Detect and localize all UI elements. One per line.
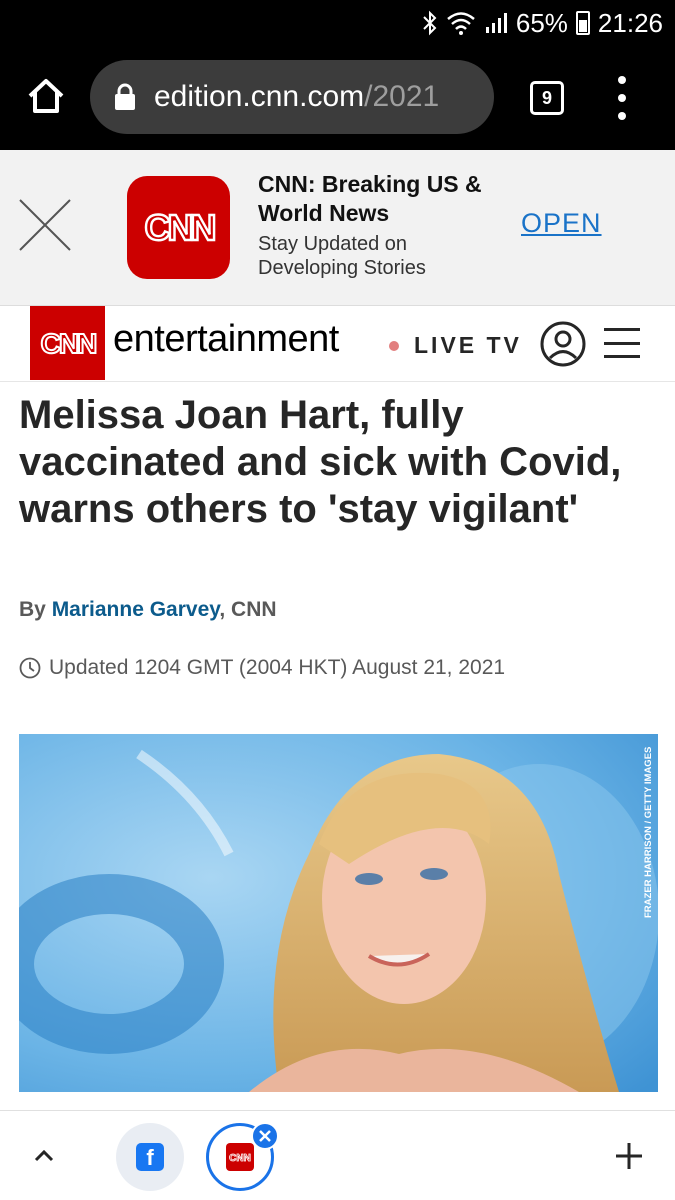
status-bar: 65% 21:26 <box>0 0 675 46</box>
user-account-icon[interactable] <box>540 321 586 367</box>
close-tab-icon[interactable] <box>251 1122 279 1150</box>
browser-toolbar: edition.cnn.com/2021 9 <box>0 46 675 150</box>
cnn-tab[interactable]: CNN <box>206 1122 279 1191</box>
svg-text:CNN: CNN <box>229 1153 251 1163</box>
cnn-logo[interactable]: CNN <box>30 306 105 380</box>
app-install-banner: CNN CNN: Breaking US & World News Stay U… <box>0 150 675 306</box>
clock: 21:26 <box>597 7 663 38</box>
byline-prefix: By <box>19 598 52 621</box>
lock-icon <box>115 83 135 110</box>
byline-suffix: , CNN <box>219 598 277 621</box>
hamburger-menu-icon[interactable] <box>604 328 640 358</box>
cnn-app-icon[interactable]: CNN <box>127 176 230 279</box>
address-bar[interactable]: edition.cnn.com/2021 <box>90 60 494 134</box>
open-app-link[interactable]: OPEN <box>521 208 602 239</box>
cnn-logo-mark: CNN <box>143 207 218 249</box>
url-host: edition.cnn.com <box>154 80 365 113</box>
photo-illustration <box>19 734 658 1092</box>
updated-timestamp: Updated 1204 GMT (2004 HKT) August 21, 2… <box>19 656 505 680</box>
live-tv-link[interactable]: LIVE TV <box>414 332 522 359</box>
byline: By Marianne Garvey, CNN <box>19 598 277 622</box>
chevron-up-icon[interactable] <box>32 1143 56 1167</box>
site-header: CNN entertainment LIVE TV <box>0 306 675 382</box>
bottom-tab-bar: f CNN <box>0 1110 675 1200</box>
battery-icon <box>575 11 590 35</box>
browser-menu-button[interactable] <box>612 76 632 120</box>
facebook-icon: f <box>136 1143 164 1171</box>
tab-switcher-button[interactable]: 9 <box>530 81 564 115</box>
new-tab-plus-icon[interactable] <box>614 1141 644 1171</box>
home-icon[interactable] <box>26 76 66 116</box>
svg-text:CNN: CNN <box>40 328 95 359</box>
svg-text:FRAZER HARRISON / GETTY IMAGES: FRAZER HARRISON / GETTY IMAGES <box>643 747 654 918</box>
app-subtitle: Stay Updated on Developing Stories <box>258 233 426 279</box>
clock-icon <box>19 657 41 679</box>
section-title[interactable]: entertainment <box>113 318 339 361</box>
close-icon[interactable] <box>18 198 72 252</box>
app-title: CNN: Breaking US & World News <box>258 171 482 226</box>
svg-text:CNN: CNN <box>144 207 214 248</box>
photo-credit: FRAZER HARRISON / GETTY IMAGES <box>643 747 654 918</box>
article-headline: Melissa Joan Hart, fully vaccinated and … <box>19 393 622 531</box>
signal-icon <box>484 11 508 35</box>
url-path: /2021 <box>364 80 440 113</box>
battery-percent: 65% <box>515 7 568 38</box>
author-link[interactable]: Marianne Garvey <box>52 598 220 621</box>
bluetooth-icon <box>422 10 438 36</box>
facebook-tab[interactable]: f <box>116 1123 184 1191</box>
live-indicator-dot <box>389 341 399 351</box>
article-photo[interactable]: FRAZER HARRISON / GETTY IMAGES <box>19 734 658 1092</box>
wifi-icon <box>446 11 476 35</box>
updated-text: Updated 1204 GMT (2004 HKT) August 21, 2… <box>49 656 506 679</box>
cnn-logo-mark: CNN <box>39 327 98 360</box>
cnn-favicon: CNN <box>226 1143 254 1171</box>
